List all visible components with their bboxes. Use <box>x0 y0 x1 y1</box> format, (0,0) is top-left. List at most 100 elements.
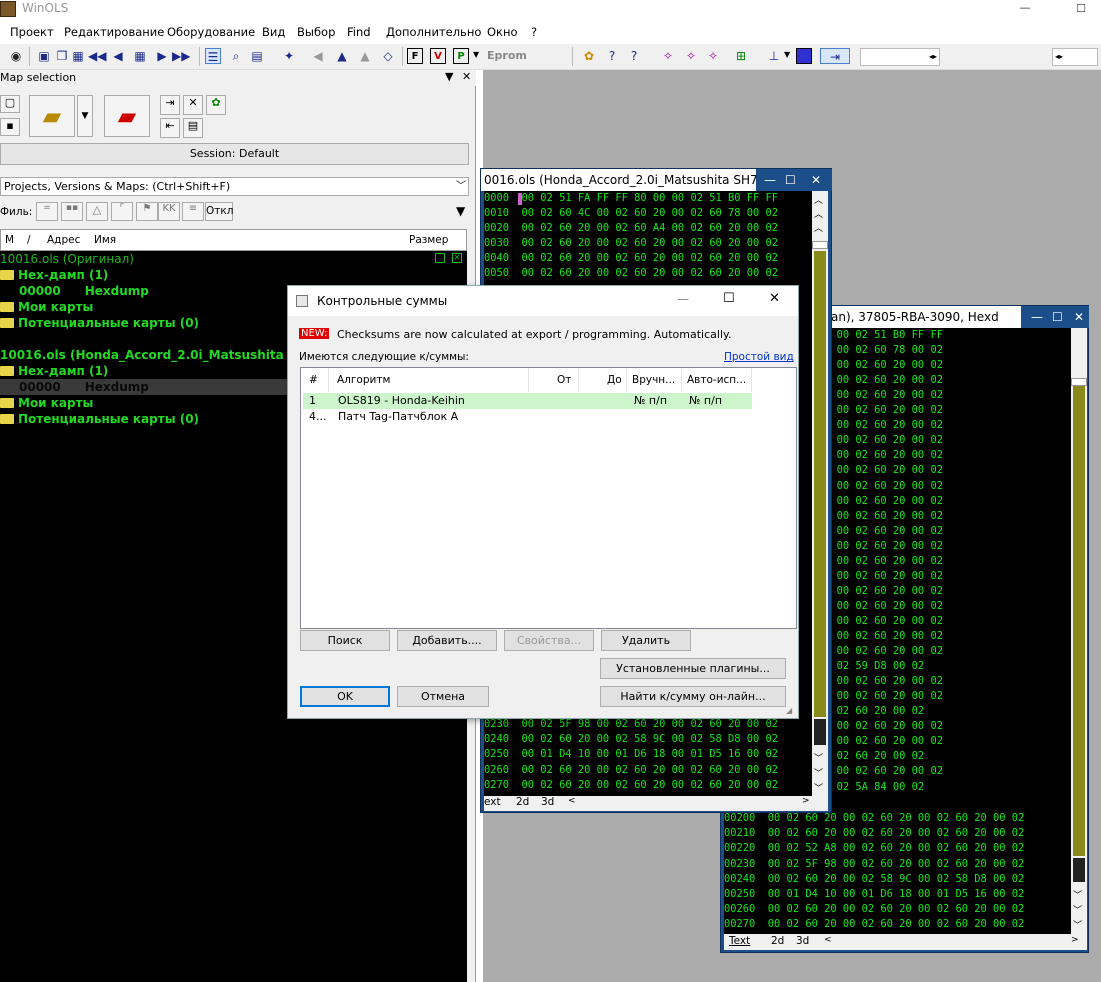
resize-grip-icon[interactable]: ◢ <box>786 706 792 715</box>
layout-dropdown-arrow[interactable]: ▼ <box>784 50 790 59</box>
hex-line[interactable]: 0040 00 02 60 20 00 02 60 20 00 02 60 20… <box>484 252 778 264</box>
help-icon[interactable]: ? <box>604 48 620 64</box>
hex-line[interactable]: 0020 00 02 60 20 00 02 60 A4 00 02 60 20… <box>484 222 778 234</box>
close-icon[interactable]: ✕ <box>1074 306 1084 328</box>
chip-up-icon[interactable]: ▲ <box>334 48 350 64</box>
tab-text[interactable]: ext <box>484 796 501 808</box>
checksum-row[interactable]: 1 OLS819 - Honda-Keihin № п/п № п/п <box>303 393 752 409</box>
col-address[interactable]: Адрес <box>47 234 80 246</box>
hex-line[interactable]: 0230 00 02 5F 98 00 02 60 20 00 02 60 20… <box>484 718 778 730</box>
list-view-icon[interactable]: ☰ <box>205 48 221 64</box>
menu-find[interactable]: Find <box>347 25 371 39</box>
find-map-icon[interactable]: ⌕ <box>228 48 244 64</box>
hex-line[interactable]: 0000 00 02 51 FA FF FF 80 00 00 02 51 B0… <box>484 192 778 204</box>
network-icon[interactable]: ✿ <box>206 95 226 115</box>
chip-down-icon[interactable]: ▲ <box>357 48 373 64</box>
installed-plugins-button[interactable]: Установленные плагины... <box>600 658 786 679</box>
col-to[interactable]: До <box>579 368 627 392</box>
scroll-down-icon-2[interactable]: ﹀ <box>814 766 823 779</box>
open-folder-icon[interactable]: ▰ <box>29 95 75 137</box>
tree-folder[interactable]: Мои карты <box>0 300 93 314</box>
checksum-list[interactable]: # Алгоритм От До Вручн... Авто-исп... 1 … <box>300 367 797 629</box>
print-icon[interactable]: ▤ <box>183 118 203 138</box>
wand-icon[interactable]: ✦ <box>281 48 297 64</box>
p-icon[interactable]: P <box>453 48 469 64</box>
filter-kk-icon[interactable]: KK <box>158 202 180 221</box>
scroll-up-icon[interactable]: ︿ <box>814 193 823 206</box>
hex-line[interactable]: 00200 00 02 60 20 00 02 60 20 00 02 60 2… <box>724 812 1024 824</box>
prev-icon[interactable]: ◀ <box>110 48 126 64</box>
tree-project[interactable]: 10016.ols (Honda_Accord_2.0i_Matsushita … <box>0 348 307 362</box>
hex-window-2-scrollbar[interactable]: ﹀ ﹀ ﹀ <box>1071 328 1087 934</box>
col-num[interactable]: # <box>301 368 329 392</box>
plugin-icon[interactable]: ✿ <box>581 48 597 64</box>
hex-line[interactable]: 0260 00 02 60 20 00 02 60 20 00 02 60 20… <box>484 764 778 776</box>
magic-icon-3[interactable]: ✧ <box>705 48 721 64</box>
table-icon[interactable]: ▦ <box>70 48 86 64</box>
tree-folder[interactable]: Мои карты <box>0 396 93 410</box>
layout-icon[interactable]: ⊥ <box>766 48 782 64</box>
color-icon[interactable] <box>796 48 812 64</box>
tree-folder[interactable]: Hex-дамп (1) <box>0 268 108 282</box>
filter-bracket-icon[interactable]: ⌜ <box>111 202 133 221</box>
col-manual[interactable]: Вручн... <box>627 368 682 392</box>
tree-folder[interactable]: Потенциальные карты (0) <box>0 316 199 330</box>
col-size[interactable]: Размер <box>409 234 448 246</box>
maximize-icon[interactable]: ☐ <box>785 169 796 191</box>
hscroll-right-icon[interactable]: > <box>802 796 810 806</box>
menu-extras[interactable]: Дополнительно <box>386 25 481 39</box>
menu-project[interactable]: Проект <box>10 25 54 39</box>
first-icon[interactable]: ◀◀ <box>88 48 106 64</box>
delete-button[interactable]: Удалить <box>601 630 691 651</box>
hscroll-left-icon[interactable]: < <box>824 935 832 945</box>
recent-project-icon[interactable]: ▰ <box>104 95 150 137</box>
ok-button[interactable]: OK <box>300 686 390 707</box>
open-dropdown-arrow[interactable]: ▼ <box>77 95 93 137</box>
hex-line[interactable]: 00230 00 02 5F 98 00 02 60 20 00 02 60 2… <box>724 858 1024 870</box>
flip-icon[interactable]: ◇ <box>380 48 396 64</box>
tree-grid-icon[interactable] <box>435 253 445 263</box>
tree-close-icon[interactable]: ✕ <box>452 253 462 263</box>
filter-lines-icon[interactable]: ≡ <box>182 202 204 221</box>
col-from[interactable]: От <box>529 368 579 392</box>
tree-folder[interactable]: Потенциальные карты (0) <box>0 412 199 426</box>
filter-equal-icon[interactable]: = <box>36 202 58 221</box>
maximize-icon[interactable]: ☐ <box>723 291 735 306</box>
menu-help[interactable]: ? <box>531 25 537 39</box>
clipboard-icon[interactable]: ▤ <box>249 48 265 64</box>
context-help-icon[interactable]: ? <box>626 48 642 64</box>
tab-text[interactable]: Text <box>729 935 750 947</box>
minimize-button[interactable]: — <box>1010 0 1040 20</box>
next-icon[interactable]: ▶ <box>154 48 170 64</box>
menu-select[interactable]: Выбор <box>297 25 335 39</box>
col-auto[interactable]: Авто-исп... <box>682 368 752 392</box>
scroll-up-icon-3[interactable]: ︿ <box>814 221 823 234</box>
tab-2d[interactable]: 2d <box>771 935 784 947</box>
offset-spinner[interactable]: ◂▸ <box>1052 48 1098 66</box>
hex-line[interactable]: 00250 00 01 D4 10 00 01 D6 18 00 01 D5 1… <box>724 888 1024 900</box>
menu-window[interactable]: Окно <box>487 25 518 39</box>
filter-dots-icon[interactable]: ▪▪ <box>61 202 83 221</box>
filter-dropdown-arrow[interactable]: ▼ <box>456 204 465 218</box>
minimize-icon[interactable]: — <box>677 292 689 306</box>
filter-triangle-icon[interactable]: △ <box>86 202 108 221</box>
find-online-button[interactable]: Найти к/сумму он-лайн... <box>600 686 786 707</box>
tree-folder[interactable]: Hex-дамп (1) <box>0 364 108 378</box>
hex-line[interactable]: 0240 00 02 60 20 00 02 58 9C 00 02 58 D8… <box>484 733 778 745</box>
scroll-down-icon[interactable]: ﹀ <box>1073 888 1082 901</box>
maximize-button[interactable]: ☐ <box>1061 0 1101 20</box>
tree-map-item-selected[interactable]: 00000 Hexdump <box>19 380 149 394</box>
minimize-icon[interactable]: — <box>764 169 776 191</box>
tree-map-item[interactable]: 00000 Hexdump <box>19 284 149 298</box>
filter-off-button[interactable]: Откл <box>205 202 233 221</box>
grid-icon[interactable]: ▦ <box>132 48 148 64</box>
map-search-input[interactable]: Projects, Versions & Maps: (Ctrl+Shift+F… <box>0 177 469 196</box>
hscroll-right-icon[interactable]: > <box>1071 935 1079 945</box>
col-slash[interactable]: / <box>27 234 31 246</box>
col-algorithm[interactable]: Алгоритм <box>329 368 529 392</box>
copy-icon[interactable]: ❐ <box>54 48 70 64</box>
col-name[interactable]: Имя <box>94 234 116 246</box>
maximize-icon[interactable]: ☐ <box>1052 306 1063 328</box>
session-button[interactable]: Session: Default <box>0 143 469 165</box>
hex-line[interactable]: 00270 00 02 60 20 00 02 60 20 00 02 60 2… <box>724 918 1024 930</box>
